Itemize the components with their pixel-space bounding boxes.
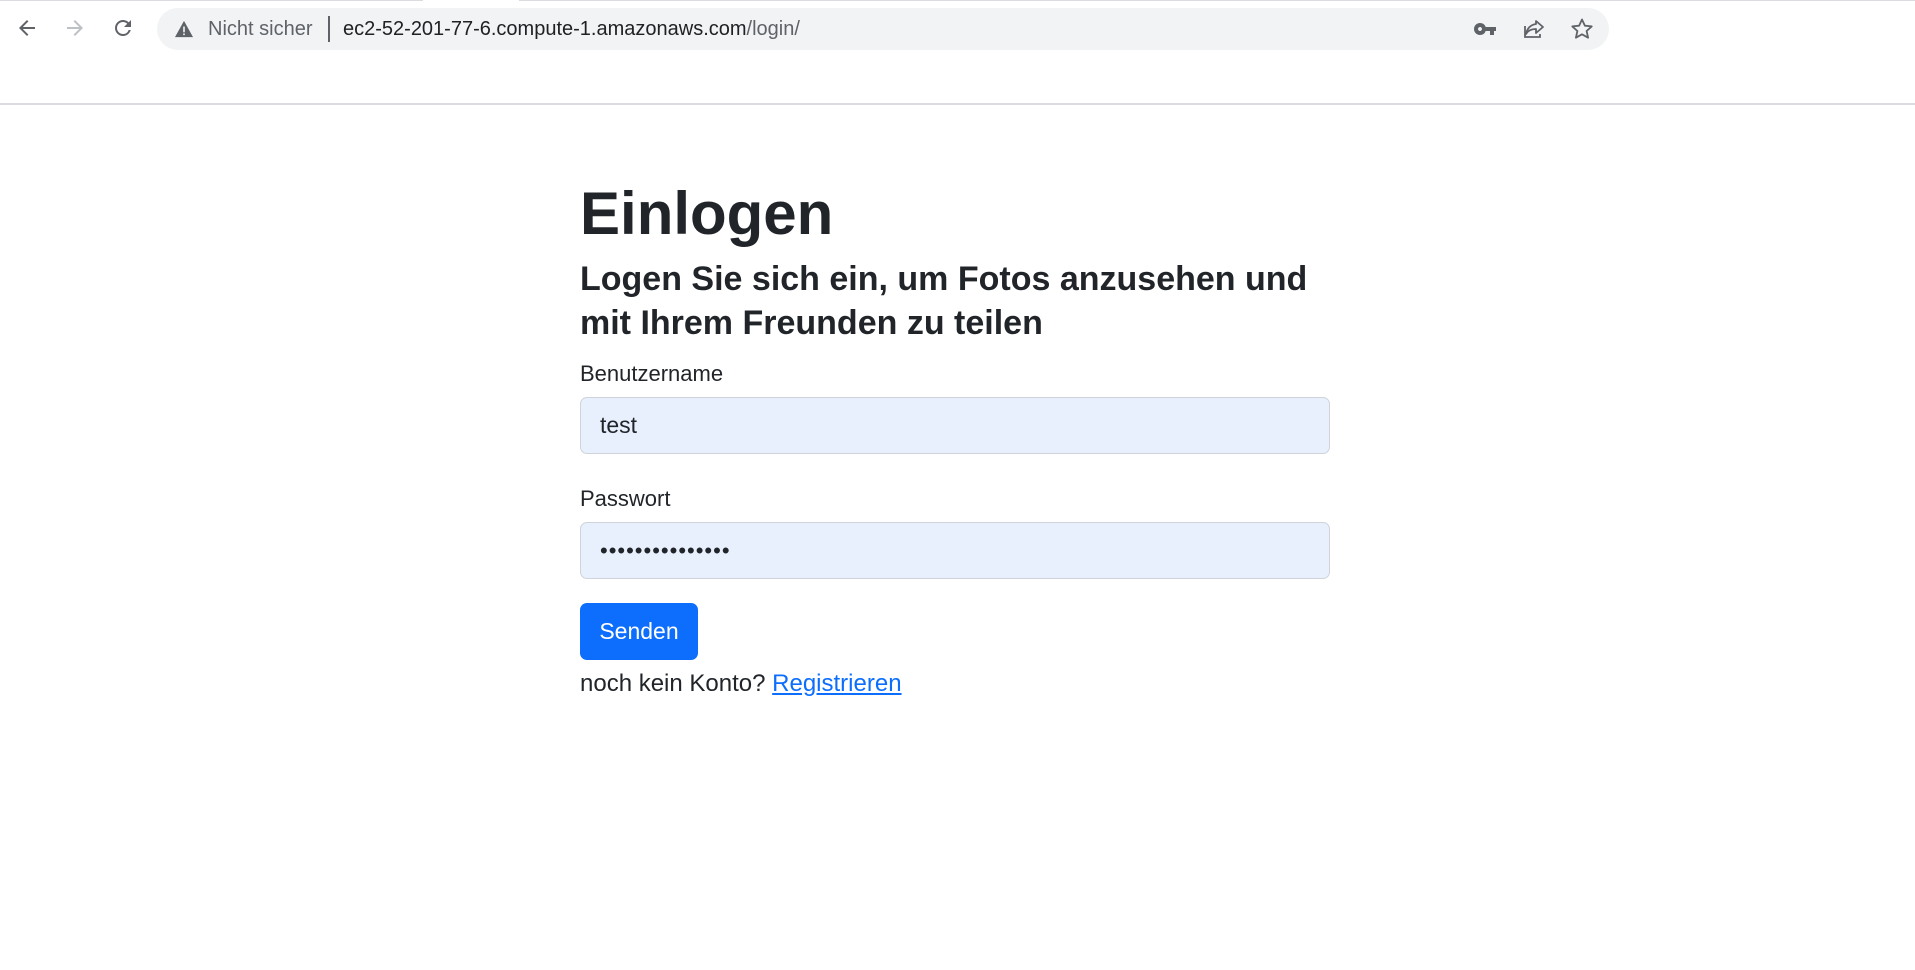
- register-prompt-line: noch kein Konto? Registrieren: [580, 667, 1330, 701]
- url-host: ec2-52-201-77-6.compute-1.amazonaws.com: [343, 18, 747, 40]
- back-arrow-icon: [19, 20, 35, 36]
- address-separator: [328, 16, 330, 42]
- username-label: Benutzername: [580, 361, 724, 386]
- reload-icon: [115, 20, 131, 36]
- register-link[interactable]: Registrieren: [772, 670, 901, 697]
- page-subtitle: Logen Sie sich ein, um Fotos anzusehen u…: [580, 260, 1308, 342]
- active-tab-indicator: [423, 0, 519, 2]
- forward-button[interactable]: [57, 10, 93, 46]
- password-input[interactable]: •••••••••••••••: [580, 522, 1330, 579]
- security-status-label[interactable]: Nicht sicher: [208, 18, 312, 41]
- share-icon: [1524, 20, 1544, 38]
- star-icon: [1571, 18, 1593, 39]
- reload-button[interactable]: [105, 10, 141, 46]
- warning-icon: [175, 20, 193, 38]
- password-value: •••••••••••••••: [600, 537, 731, 563]
- address-bar[interactable]: Nicht sicher ec2-52-201-77-6.compute-1.a…: [157, 8, 1609, 50]
- share-button[interactable]: [1521, 16, 1547, 42]
- register-prompt: noch kein Konto?: [580, 670, 766, 697]
- url-path: /login/: [746, 18, 800, 40]
- submit-button[interactable]: Senden: [580, 603, 698, 660]
- username-input[interactable]: test: [580, 397, 1330, 454]
- browser-toolbar: Nicht sicher ec2-52-201-77-6.compute-1.a…: [0, 0, 1915, 105]
- password-label: Passwort: [580, 486, 671, 511]
- page-title: Einlogen: [580, 180, 834, 247]
- url-text[interactable]: ec2-52-201-77-6.compute-1.amazonaws.com/…: [343, 18, 800, 41]
- username-value: test: [600, 412, 638, 438]
- tab-strip-edge: [0, 0, 1915, 1]
- bookmark-button[interactable]: [1569, 16, 1595, 42]
- password-key-button[interactable]: [1472, 16, 1498, 42]
- login-form-container: Einlogen Logen Sie sich ein, um Fotos an…: [580, 175, 1330, 701]
- back-button[interactable]: [9, 10, 45, 46]
- key-icon: [1474, 23, 1496, 35]
- forward-arrow-icon: [67, 20, 83, 36]
